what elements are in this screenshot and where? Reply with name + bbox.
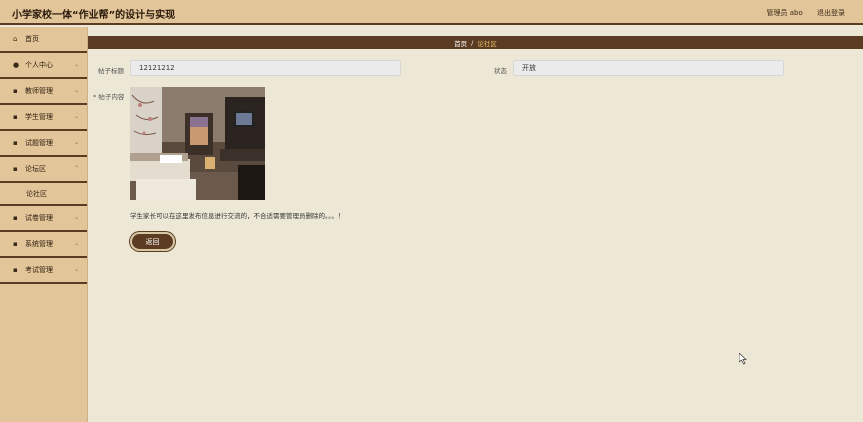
grid-icon: ▪	[13, 165, 18, 173]
chevron-down-icon: ⌄	[73, 139, 79, 146]
sidebar-item-profile[interactable]: ● 个人中心 ⌄	[0, 53, 87, 79]
breadcrumb-home[interactable]: 首页	[454, 38, 467, 48]
grid-icon: ▪	[13, 87, 18, 95]
sidebar: ⌂ 首页 ● 个人中心 ⌄ ▪ 教师管理 ⌄ ▪ 学生管理 ⌄ ▪ 试题管理 ⌄…	[0, 27, 88, 422]
sidebar-item-label: 论坛区	[25, 165, 46, 173]
sidebar-item-exams[interactable]: ▪ 考试管理 ⌄	[0, 258, 87, 284]
post-content-text: 学生家长可以在这里发布信息进行交流的，不合适需要管理员删除的。。。！	[130, 212, 345, 220]
sidebar-item-label: 教师管理	[25, 87, 53, 95]
chevron-up-icon: ⌃	[73, 165, 79, 172]
sidebar-item-forum[interactable]: ▪ 论坛区 ⌃	[0, 157, 87, 183]
main-content: 帖子标题 12121212 状态 开放 * 帖子内容 学生家长可以在这里发布信息…	[88, 49, 863, 422]
title-label: 帖子标题	[98, 67, 124, 75]
grid-icon: ▪	[13, 266, 18, 274]
status-label: 状态	[494, 67, 507, 75]
app-title: 小学家校一体“作业帮”的设计与实现	[12, 10, 176, 21]
sidebar-item-label: 试题管理	[25, 139, 53, 147]
user-icon: ●	[13, 61, 20, 69]
chevron-down-icon: ⌄	[73, 240, 79, 247]
sidebar-item-teachers[interactable]: ▪ 教师管理 ⌄	[0, 79, 87, 105]
post-image	[130, 87, 265, 200]
grid-icon: ▪	[13, 240, 18, 248]
sidebar-item-home[interactable]: ⌂ 首页	[0, 27, 87, 53]
chevron-down-icon: ⌄	[73, 266, 79, 273]
sidebar-item-label: 试卷管理	[25, 214, 53, 222]
home-icon: ⌂	[13, 35, 18, 43]
chevron-down-icon: ⌄	[73, 87, 79, 94]
logout-link[interactable]: 退出登录	[817, 9, 845, 17]
sidebar-item-label: 个人中心	[25, 61, 53, 69]
sidebar-item-label: 学生管理	[25, 113, 53, 121]
breadcrumb-current: 论社区	[477, 39, 497, 48]
sidebar-subitem-forum[interactable]: 论社区	[0, 183, 87, 206]
title-field[interactable]: 12121212	[130, 60, 401, 76]
hotel-room-image	[130, 87, 265, 200]
breadcrumb-separator: /	[471, 38, 474, 47]
sidebar-item-label: 首页	[25, 35, 39, 43]
mouse-cursor-icon	[739, 353, 747, 365]
user-label: 管理员 abo	[766, 9, 803, 17]
sidebar-item-system[interactable]: ▪ 系统管理 ⌄	[0, 232, 87, 258]
chevron-down-icon: ⌄	[73, 61, 79, 68]
chevron-down-icon: ⌄	[73, 113, 79, 120]
back-button[interactable]: 返回	[130, 232, 175, 251]
user-area: 管理员 abo 退出登录	[755, 8, 845, 18]
content-label-text: 帖子内容	[98, 93, 125, 101]
status-field[interactable]: 开放	[513, 60, 784, 76]
breadcrumb: 首页 / 论社区	[88, 36, 863, 49]
sidebar-item-questions[interactable]: ▪ 试题管理 ⌄	[0, 131, 87, 157]
sidebar-item-papers[interactable]: ▪ 试卷管理 ⌄	[0, 206, 87, 232]
sidebar-item-label: 系统管理	[25, 240, 53, 248]
grid-icon: ▪	[13, 139, 18, 147]
content-label: * 帖子内容	[93, 93, 125, 101]
chevron-down-icon: ⌄	[73, 214, 79, 221]
grid-icon: ▪	[13, 113, 18, 121]
sidebar-item-students[interactable]: ▪ 学生管理 ⌄	[0, 105, 87, 131]
header-bar: 小学家校一体“作业帮”的设计与实现 管理员 abo 退出登录	[0, 0, 863, 25]
sidebar-item-label: 考试管理	[25, 266, 53, 274]
grid-icon: ▪	[13, 214, 18, 222]
